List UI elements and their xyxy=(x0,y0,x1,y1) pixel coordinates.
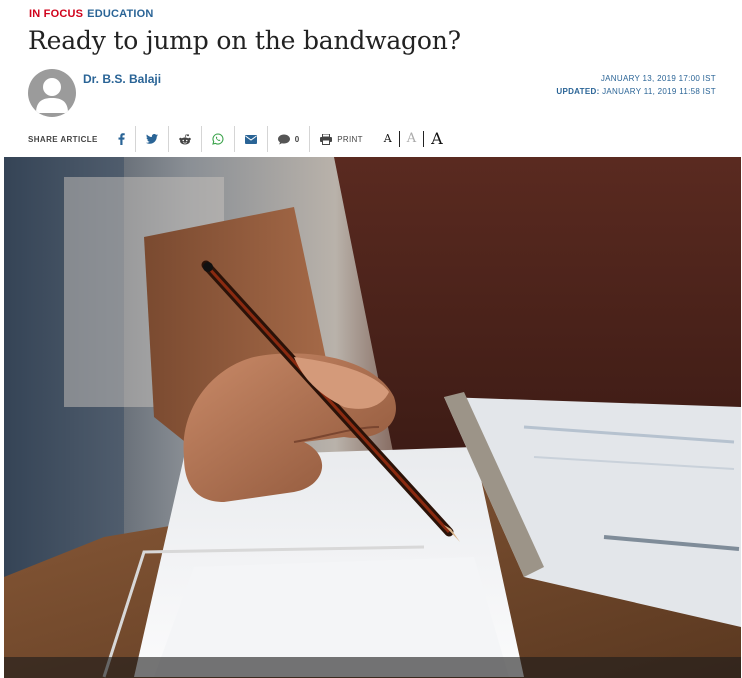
font-size-controls: A A A xyxy=(377,126,450,152)
twitter-share-button[interactable] xyxy=(134,126,168,152)
kicker: IN FOCUS EDUCATION xyxy=(29,8,154,20)
reddit-share-button[interactable] xyxy=(167,126,201,152)
comment-count: 0 xyxy=(294,134,300,144)
facebook-share-button[interactable] xyxy=(108,126,135,152)
comments-button[interactable]: 0 xyxy=(266,126,309,152)
hand-writing-with-pencil-image xyxy=(4,157,741,678)
published-date: JANUARY 13, 2019 17:00 IST xyxy=(600,74,716,83)
user-icon xyxy=(36,78,68,113)
article-title: Ready to jump on the bandwagon? xyxy=(28,26,461,55)
whatsapp-share-button[interactable] xyxy=(200,126,234,152)
email-share-button[interactable] xyxy=(233,126,267,152)
reddit-icon xyxy=(179,133,191,144)
whatsapp-icon xyxy=(212,133,224,145)
section-link[interactable]: IN FOCUS xyxy=(29,8,83,20)
author-avatar[interactable] xyxy=(28,69,76,117)
author-name[interactable]: Dr. B.S. Balaji xyxy=(83,72,161,86)
print-label: PRINT xyxy=(337,134,363,144)
updated-label: UPDATED: xyxy=(556,87,600,96)
updated-value: JANUARY 11, 2019 11:58 IST xyxy=(602,87,716,96)
article-hero-image xyxy=(4,157,741,678)
article-dates: JANUARY 13, 2019 17:00 IST UPDATED: JANU… xyxy=(556,72,716,98)
category-link[interactable]: EDUCATION xyxy=(87,8,153,20)
facebook-icon xyxy=(118,133,125,145)
font-size-large-button[interactable]: A xyxy=(424,131,450,147)
mail-icon xyxy=(244,134,257,144)
print-button[interactable]: PRINT xyxy=(309,126,373,152)
share-label: SHARE ARTICLE xyxy=(28,134,98,144)
print-icon xyxy=(320,133,333,145)
twitter-icon xyxy=(145,134,158,144)
font-size-medium-button[interactable]: A xyxy=(400,131,425,147)
font-size-small-button[interactable]: A xyxy=(377,131,400,147)
updated-date: UPDATED: JANUARY 11, 2019 11:58 IST xyxy=(556,85,716,98)
share-bar: SHARE ARTICLE 0 PRINT A A A xyxy=(28,126,450,152)
comment-icon xyxy=(277,134,290,144)
